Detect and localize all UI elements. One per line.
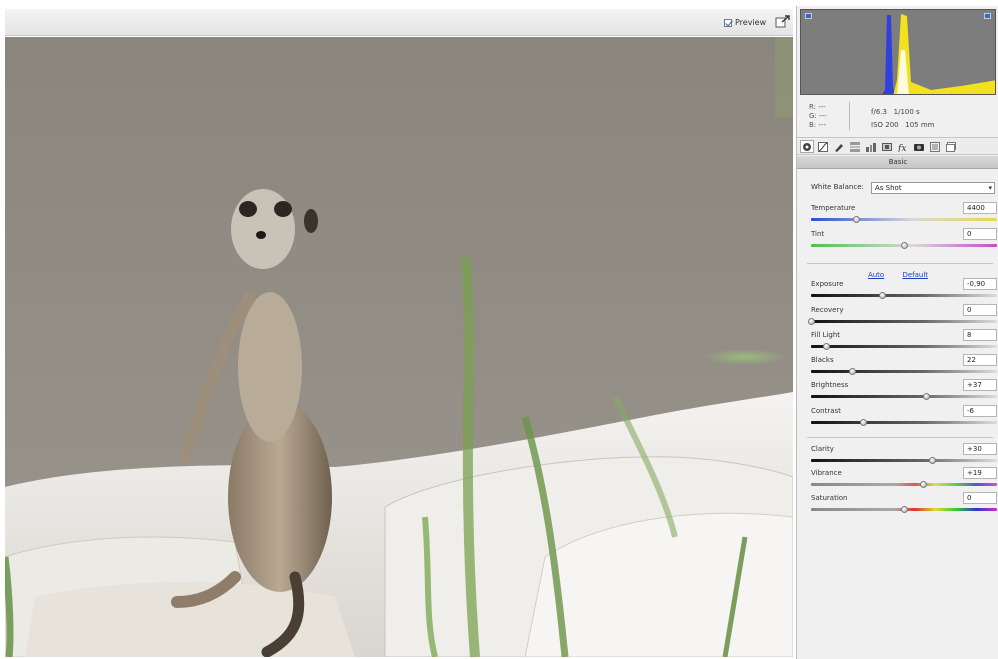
blacks-slider[interactable]: Blacks 22 (811, 354, 997, 378)
tint-value-field[interactable]: 0 (963, 228, 997, 240)
vibrance-value-field[interactable]: +19 (963, 467, 997, 479)
fill-light-slider[interactable]: Fill Light 8 (811, 329, 997, 353)
presets-tab-icon[interactable] (928, 140, 942, 153)
contrast-slider-track[interactable] (811, 421, 997, 424)
lens-corrections-tab-icon[interactable] (880, 140, 894, 153)
camera-calibration-tab-icon[interactable] (912, 140, 926, 153)
contrast-value-field[interactable]: -6 (963, 405, 997, 417)
auto-link[interactable]: Auto (868, 271, 884, 279)
blacks-value-field[interactable]: 22 (963, 354, 997, 366)
section-title: Basic (797, 156, 998, 169)
vibrance-slider-thumb[interactable] (919, 481, 927, 488)
white-balance-row: White Balance: As Shot ▾ (811, 182, 998, 194)
fill-light-label: Fill Light (811, 331, 841, 339)
fill-light-slider-thumb[interactable] (822, 343, 830, 350)
recovery-slider-thumb[interactable] (808, 318, 815, 325)
preview-checkbox-label: Preview (735, 18, 767, 27)
image-preview-canvas[interactable] (5, 37, 793, 657)
clarity-value-field[interactable]: +30 (963, 443, 997, 455)
contrast-slider[interactable]: Contrast -6 (811, 405, 997, 429)
brightness-slider[interactable]: Brightness +37 (811, 379, 997, 403)
blacks-slider-track[interactable] (811, 370, 997, 373)
clarity-slider[interactable]: Clarity +30 (811, 443, 997, 467)
exif-readout: f/6.3 1/100 s ISO 200 105 mm (871, 108, 935, 129)
exposure-slider-thumb[interactable] (878, 292, 886, 299)
clarity-label: Clarity (811, 445, 834, 453)
preview-toolbar: Preview (5, 9, 793, 36)
brightness-slider-track[interactable] (811, 395, 997, 398)
readout-divider (849, 102, 850, 130)
recovery-value-field[interactable]: 0 (963, 304, 997, 316)
divider (807, 263, 993, 264)
saturation-slider-thumb[interactable] (901, 506, 908, 513)
temperature-value-field[interactable]: 4400 (963, 202, 997, 214)
detail-tab-icon[interactable] (832, 140, 846, 153)
highlight-clipping-warning-icon[interactable] (984, 13, 991, 19)
tint-label: Tint (811, 230, 825, 238)
histogram (800, 9, 996, 95)
blacks-slider-thumb[interactable] (848, 368, 856, 375)
fill-light-slider-track[interactable] (811, 345, 997, 348)
brightness-slider-thumb[interactable] (923, 393, 931, 400)
exposure-slider[interactable]: Exposure -0,90 (811, 278, 997, 302)
hsl-tab-icon[interactable] (848, 140, 862, 153)
snapshots-tab-icon[interactable] (944, 140, 958, 153)
temperature-slider-thumb[interactable] (852, 216, 860, 223)
default-link[interactable]: Default (902, 271, 928, 279)
effects-tab-icon[interactable]: fx (896, 140, 910, 153)
vibrance-label: Vibrance (811, 469, 842, 477)
brightness-label: Brightness (811, 381, 849, 389)
exposure-slider-track[interactable] (811, 294, 997, 297)
recovery-label: Recovery (811, 306, 844, 314)
info-readout: R: --- G: --- B: --- f/6.3 1/100 s ISO 20… (797, 98, 998, 138)
blacks-label: Blacks (811, 356, 834, 364)
panel-tabs: fx (797, 139, 998, 155)
fullscreen-toggle-icon[interactable] (775, 15, 791, 29)
temperature-slider-track[interactable] (811, 218, 997, 221)
chevron-down-icon: ▾ (988, 184, 992, 192)
preview-checkbox[interactable]: Preview (724, 18, 766, 27)
tint-slider-thumb[interactable] (901, 242, 908, 249)
temperature-slider[interactable]: Temperature 4400 (811, 202, 997, 226)
preview-checkbox-box[interactable] (724, 18, 732, 27)
tint-slider[interactable]: Tint 0 (811, 228, 997, 252)
tone-curve-tab-icon[interactable] (816, 140, 830, 153)
exposure-label: Exposure (811, 280, 844, 288)
contrast-label: Contrast (811, 407, 841, 415)
exposure-value-field[interactable]: -0,90 (963, 278, 997, 290)
temperature-label: Temperature (811, 204, 856, 212)
clarity-slider-thumb[interactable] (928, 457, 936, 464)
contrast-slider-thumb[interactable] (860, 419, 868, 426)
brightness-value-field[interactable]: +37 (963, 379, 997, 391)
saturation-label: Saturation (811, 494, 848, 502)
vibrance-slider-track[interactable] (811, 483, 997, 486)
recovery-slider-track[interactable] (811, 320, 997, 323)
shadow-clipping-warning-icon[interactable] (805, 13, 812, 19)
vibrance-slider[interactable]: Vibrance +19 (811, 467, 997, 491)
recovery-slider[interactable]: Recovery 0 (808, 304, 997, 328)
divider (807, 437, 993, 438)
camera-raw-window: Preview R: --- G: --- B: --- f/6.3 1/100… (0, 0, 998, 659)
saturation-value-field[interactable]: 0 (963, 492, 997, 504)
adjustments-panel: R: --- G: --- B: --- f/6.3 1/100 s ISO 20… (796, 6, 998, 659)
rgb-readout: R: --- G: --- B: --- (809, 103, 827, 129)
svg-text:fx: fx (898, 144, 906, 152)
white-balance-select[interactable]: As Shot ▾ (871, 182, 995, 194)
basic-tab-icon[interactable] (800, 140, 814, 153)
fill-light-value-field[interactable]: 8 (963, 329, 997, 341)
clarity-slider-track[interactable] (811, 459, 997, 462)
saturation-slider[interactable]: Saturation 0 (811, 492, 997, 516)
split-toning-tab-icon[interactable] (864, 140, 878, 153)
white-balance-label: White Balance: (811, 183, 864, 191)
